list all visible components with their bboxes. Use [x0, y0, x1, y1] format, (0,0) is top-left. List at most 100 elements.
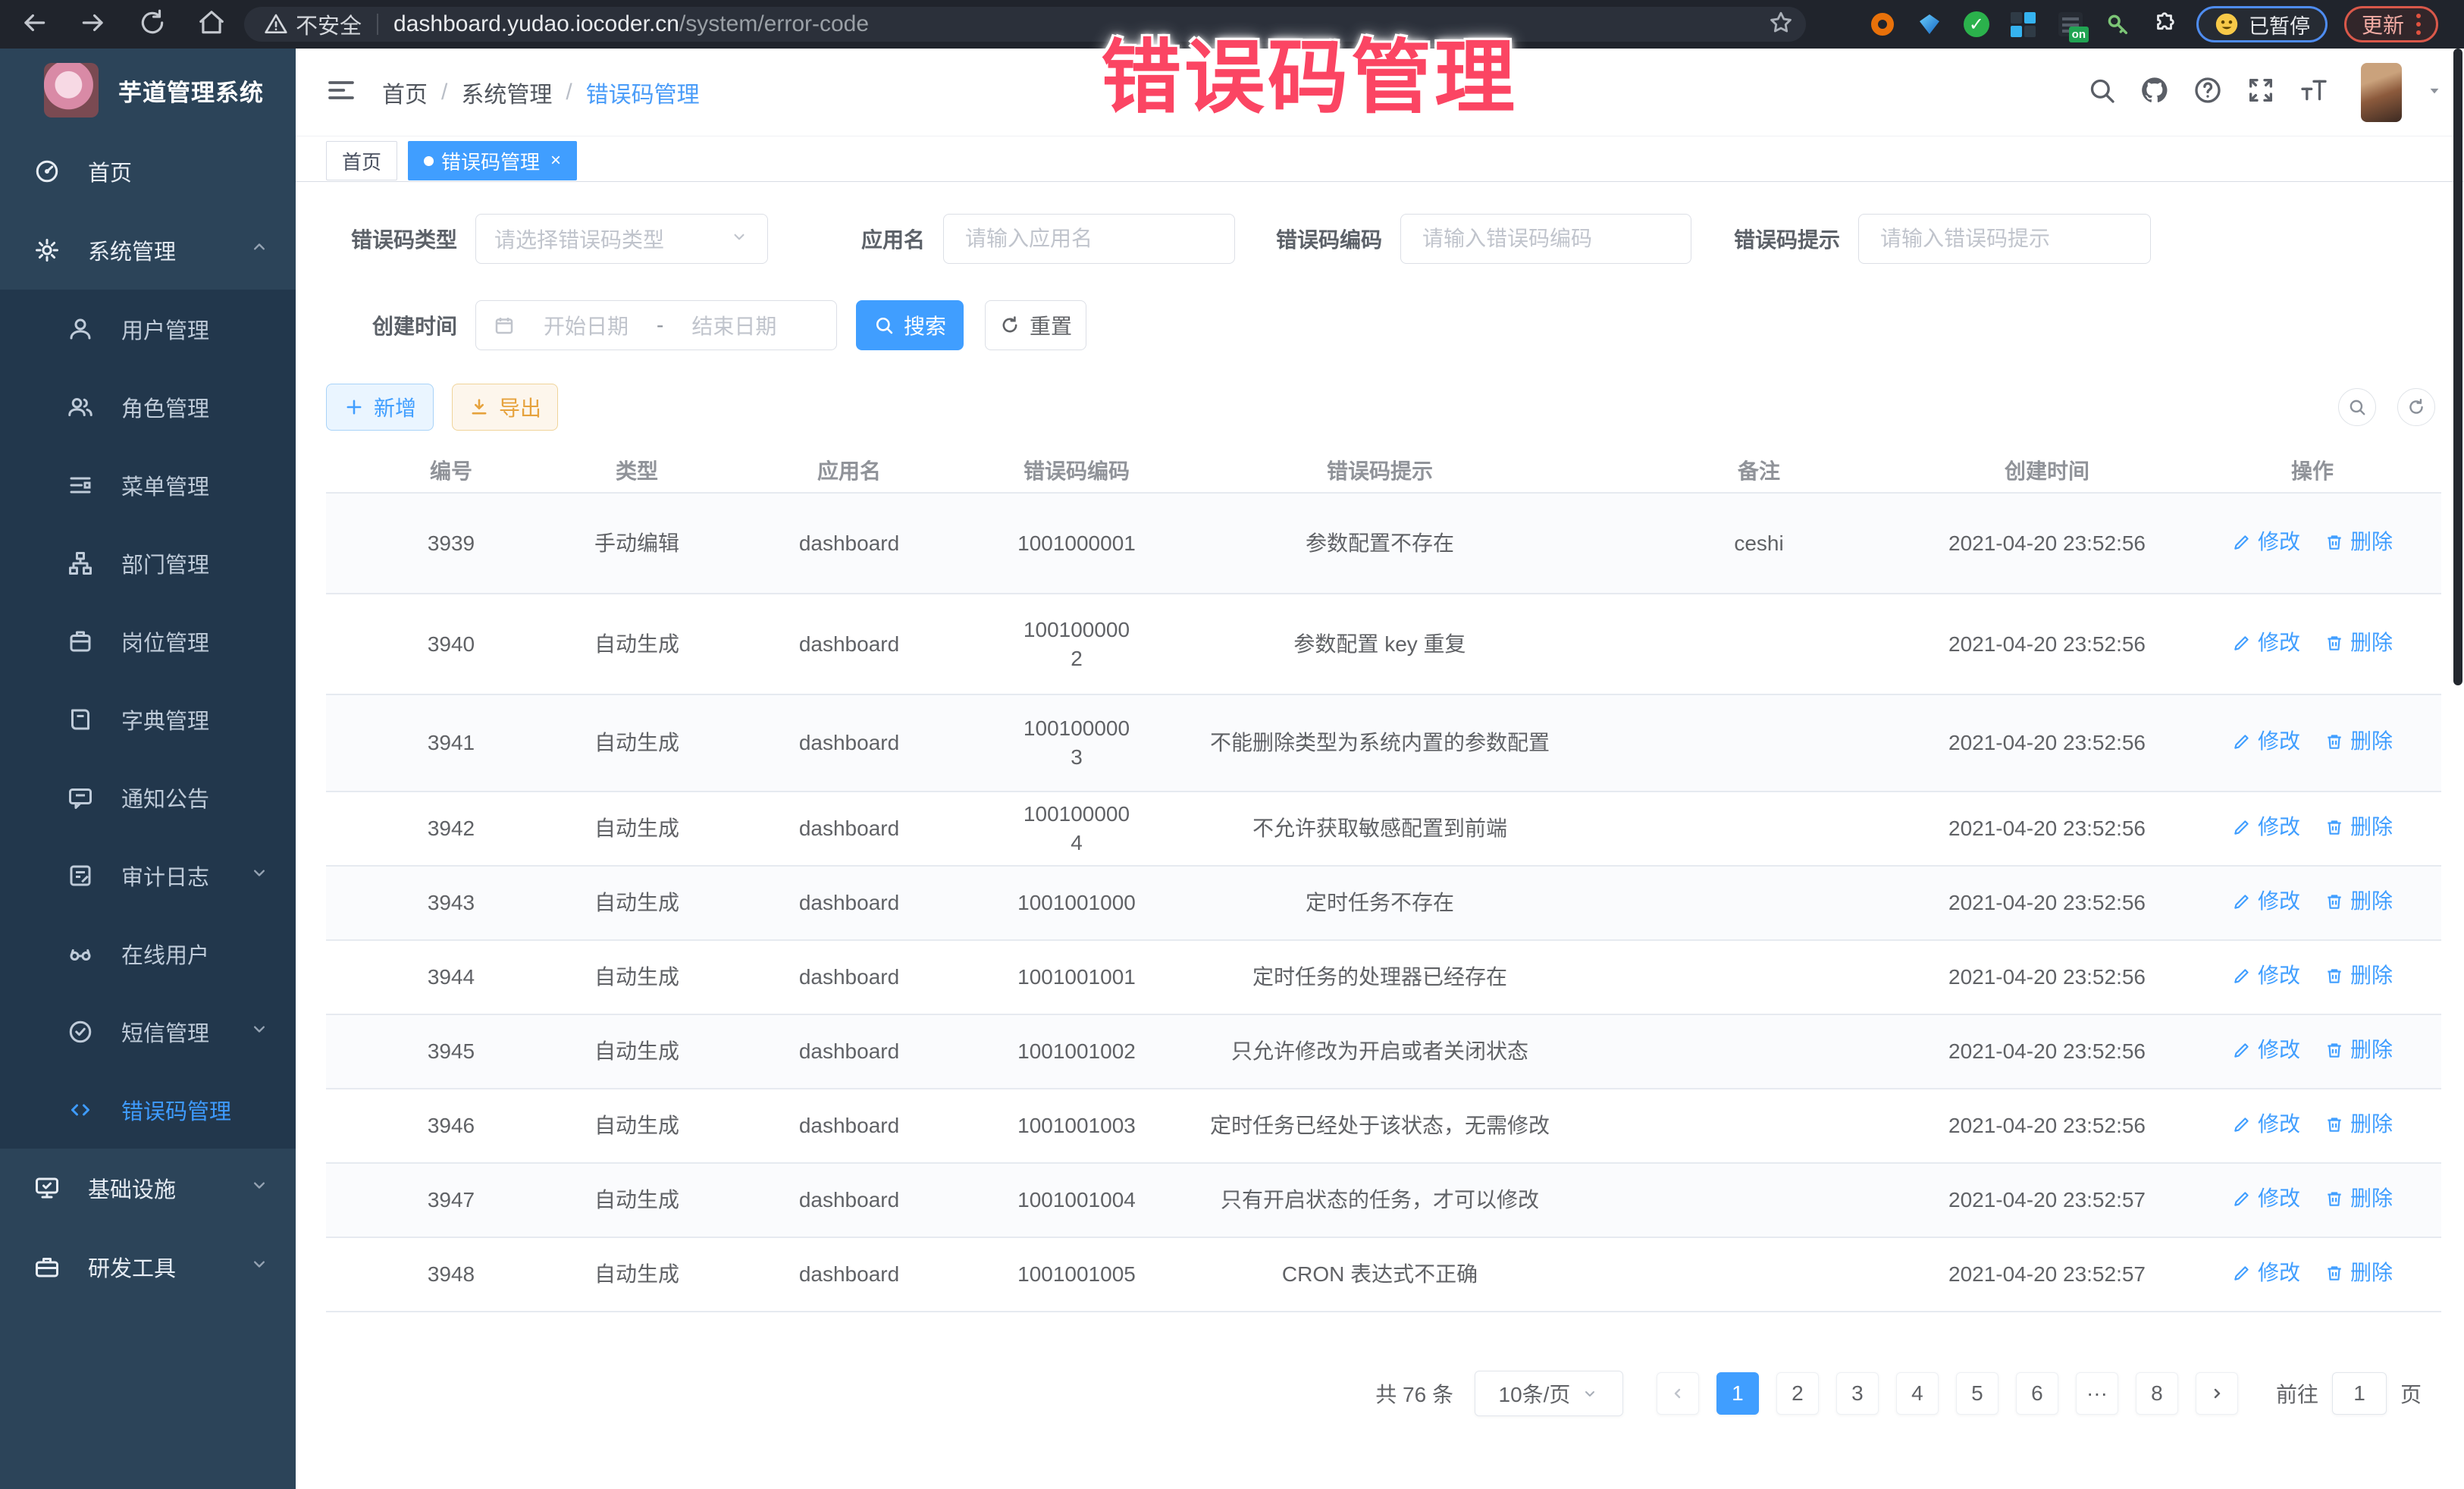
- next-page-button[interactable]: [2196, 1372, 2238, 1415]
- sidebar-item-sms[interactable]: 短信管理: [0, 992, 296, 1071]
- page-button[interactable]: 2: [1776, 1372, 1819, 1415]
- user-avatar[interactable]: [2361, 63, 2402, 122]
- delete-link[interactable]: 删除: [2324, 629, 2393, 657]
- show-search-button[interactable]: [2338, 388, 2376, 426]
- reset-button[interactable]: 重置: [985, 300, 1086, 350]
- fullscreen-icon[interactable]: [2246, 75, 2276, 109]
- breadcrumb-home[interactable]: 首页: [382, 76, 428, 109]
- download-icon: [469, 397, 490, 418]
- github-icon[interactable]: [2140, 75, 2170, 109]
- extension-grid-icon[interactable]: [2008, 9, 2039, 39]
- extension-orange-icon[interactable]: [1867, 9, 1898, 39]
- sidebar-item-users[interactable]: 用户管理: [0, 290, 296, 368]
- page-button[interactable]: 5: [1956, 1372, 1998, 1415]
- edit-link[interactable]: 修改: [2232, 528, 2300, 556]
- update-button[interactable]: 更新: [2344, 6, 2438, 42]
- goto-page-input[interactable]: [2332, 1372, 2387, 1415]
- sidebar-item-label: 系统管理: [88, 234, 221, 266]
- home-icon[interactable]: [197, 8, 226, 41]
- error-msg-input[interactable]: [1858, 214, 2151, 264]
- delete-link[interactable]: 删除: [2324, 813, 2393, 842]
- delete-link[interactable]: 删除: [2324, 961, 2393, 990]
- page-button[interactable]: 6: [2016, 1372, 2058, 1415]
- error-type-select[interactable]: 请选择错误码类型: [475, 214, 768, 264]
- forward-icon[interactable]: [79, 8, 108, 41]
- search-button[interactable]: 搜索: [856, 300, 964, 350]
- close-icon[interactable]: ×: [550, 150, 561, 171]
- export-button[interactable]: 导出: [452, 384, 558, 431]
- address-bar[interactable]: 不安全 dashboard.yudao.iocoder.cn/system/er…: [244, 7, 1806, 42]
- edit-link[interactable]: 修改: [2232, 1184, 2300, 1213]
- delete-link[interactable]: 删除: [2324, 528, 2393, 556]
- edit-link[interactable]: 修改: [2232, 1036, 2300, 1064]
- delete-link[interactable]: 删除: [2324, 1184, 2393, 1213]
- sidebar-item-devtools[interactable]: 研发工具: [0, 1227, 296, 1306]
- sidebar-item-notices[interactable]: 通知公告: [0, 758, 296, 836]
- cell-type: 自动生成: [576, 1014, 698, 1089]
- delete-link[interactable]: 删除: [2324, 1259, 2393, 1287]
- search-icon: [2347, 397, 2367, 417]
- edit-link[interactable]: 修改: [2232, 961, 2300, 990]
- reload-icon[interactable]: [138, 8, 167, 41]
- sidebar-item-home[interactable]: 首页: [0, 132, 296, 211]
- sidebar-item-roles[interactable]: 角色管理: [0, 368, 296, 446]
- edit-link[interactable]: 修改: [2232, 813, 2300, 842]
- sidebar-item-infrastructure[interactable]: 基础设施: [0, 1149, 296, 1227]
- app-logo-row[interactable]: 芋道管理系统: [0, 49, 296, 132]
- page-button[interactable]: 3: [1836, 1372, 1879, 1415]
- extension-on-icon[interactable]: on: [2055, 9, 2086, 39]
- extensions-puzzle-icon[interactable]: [2149, 9, 2180, 39]
- caret-down-icon[interactable]: [2425, 80, 2444, 104]
- edit-link[interactable]: 修改: [2232, 887, 2300, 916]
- edit-link[interactable]: 修改: [2232, 727, 2300, 756]
- profile-paused-badge[interactable]: 已暂停: [2196, 6, 2328, 42]
- edit-link[interactable]: 修改: [2232, 1259, 2300, 1287]
- prev-page-button[interactable]: [1657, 1372, 1699, 1415]
- filter-date-label: 创建时间: [372, 310, 457, 340]
- sidebar-item-system[interactable]: 系统管理: [0, 211, 296, 290]
- col-type: 类型: [576, 447, 698, 493]
- sidebar-item-dict[interactable]: 字典管理: [0, 680, 296, 758]
- delete-link[interactable]: 删除: [2324, 887, 2393, 916]
- page-button[interactable]: ···: [2076, 1372, 2118, 1415]
- page-button[interactable]: 4: [1896, 1372, 1939, 1415]
- edit-link[interactable]: 修改: [2232, 629, 2300, 657]
- page-button[interactable]: 8: [2136, 1372, 2178, 1415]
- back-icon[interactable]: [20, 8, 49, 41]
- page-button[interactable]: 1: [1716, 1372, 1759, 1415]
- sidebar-item-audit-log[interactable]: 审计日志: [0, 836, 296, 914]
- sidebar-item-online-users[interactable]: 在线用户: [0, 914, 296, 992]
- font-size-icon[interactable]: [2299, 75, 2329, 109]
- delete-link[interactable]: 删除: [2324, 1036, 2393, 1064]
- delete-link[interactable]: 删除: [2324, 727, 2393, 756]
- filter-type: 错误码类型 请选择错误码类型: [326, 214, 768, 264]
- sidebar-item-menus[interactable]: 菜单管理: [0, 446, 296, 524]
- app-name-input[interactable]: [943, 214, 1235, 264]
- breadcrumb-system[interactable]: 系统管理: [461, 76, 552, 109]
- delete-link[interactable]: 删除: [2324, 1110, 2393, 1139]
- edit-link[interactable]: 修改: [2232, 1110, 2300, 1139]
- delete-label: 删除: [2350, 528, 2393, 556]
- sidebar-item-departments[interactable]: 部门管理: [0, 524, 296, 602]
- help-icon[interactable]: [2193, 75, 2223, 109]
- date-range-picker[interactable]: 开始日期 - 结束日期: [475, 300, 837, 350]
- sidebar-toggle-icon[interactable]: [326, 75, 356, 109]
- edit-label: 修改: [2258, 629, 2300, 657]
- sidebar-item-posts[interactable]: 岗位管理: [0, 602, 296, 680]
- security-warning[interactable]: 不安全: [264, 8, 362, 40]
- extension-key-icon[interactable]: [2102, 9, 2133, 39]
- tab-home[interactable]: 首页: [326, 141, 397, 180]
- page-size-select[interactable]: 10条/页: [1475, 1371, 1623, 1416]
- browser-menu-icon[interactable]: [2416, 14, 2421, 35]
- sidebar-item-error-codes[interactable]: 错误码管理: [0, 1071, 296, 1149]
- search-icon[interactable]: [2086, 75, 2117, 109]
- add-button[interactable]: 新增: [326, 384, 434, 431]
- extension-gem-icon[interactable]: [1914, 9, 1945, 39]
- url-text[interactable]: dashboard.yudao.iocoder.cn/system/error-…: [393, 11, 869, 37]
- extension-check-icon[interactable]: ✓: [1961, 9, 1992, 39]
- bookmark-star-icon[interactable]: [1768, 10, 1794, 39]
- error-code-input[interactable]: [1400, 214, 1691, 264]
- tab-error-codes[interactable]: 错误码管理 ×: [408, 141, 577, 180]
- refresh-table-button[interactable]: [2397, 388, 2435, 426]
- scrollbar-thumb[interactable]: [2453, 49, 2462, 685]
